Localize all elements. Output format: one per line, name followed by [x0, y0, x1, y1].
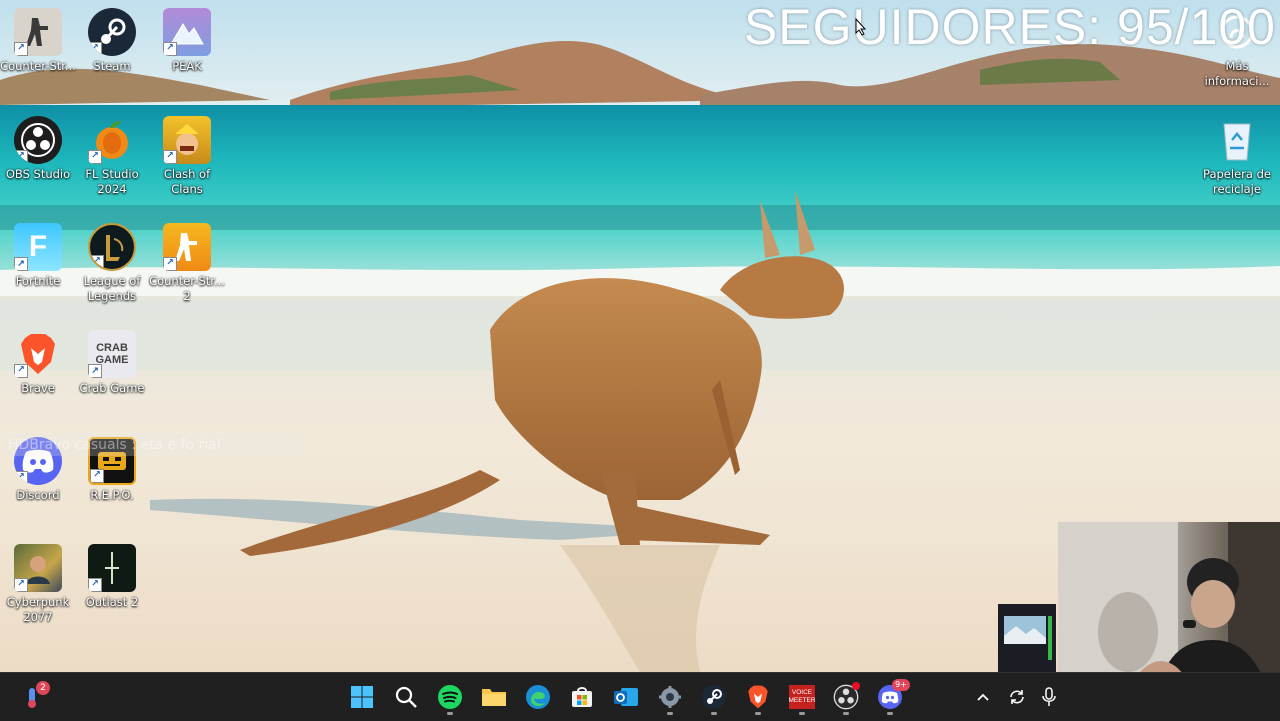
recycle-bin-icon: [1213, 116, 1261, 164]
taskbar-edge[interactable]: [520, 679, 556, 715]
outlast-icon: ↗: [88, 544, 136, 592]
desktop-icon-label: Más informaci...: [1204, 59, 1270, 88]
brave-icon: [748, 685, 768, 709]
desktop-icon-obs[interactable]: ↗ OBS Studio: [0, 110, 76, 182]
desktop-icon-crab-game[interactable]: CRAB GAME ↗ Crab Game: [74, 324, 150, 396]
desktop-icon-steam[interactable]: ↗ Steam: [74, 2, 150, 74]
desktop-icon-recycle-bin[interactable]: Papelera de reciclaje: [1199, 110, 1275, 197]
obs-icon: ↗: [14, 116, 62, 164]
tray-overflow-button[interactable]: [968, 679, 998, 715]
store-icon: [572, 687, 592, 707]
settings-icon: [659, 686, 681, 708]
taskbar-voicemeeter[interactable]: VOICE MEETER: [784, 679, 820, 715]
outlook-icon: [614, 688, 638, 706]
desktop-icon-brave[interactable]: ↗ Brave: [0, 324, 76, 396]
desktop-icon-counter-strike[interactable]: ↗ Counter-Str...: [0, 2, 76, 74]
peak-icon: ↗: [163, 8, 211, 56]
counter-strike-icon: ↗: [14, 8, 62, 56]
desktop-icon-label: Brave: [21, 381, 55, 395]
desktop-icon-label: Papelera de reciclaje: [1203, 167, 1271, 196]
running-indicator: [843, 712, 849, 715]
desktop-icon-label: Steam: [93, 59, 131, 73]
running-indicator: [447, 712, 453, 715]
desktop-icon-fortnite[interactable]: F ↗ Fortnite: [0, 217, 76, 289]
desktop-icon-label: League of Legends: [83, 274, 141, 303]
steam-icon: [702, 685, 726, 709]
widgets-button[interactable]: 2: [14, 679, 50, 715]
search-button[interactable]: [388, 679, 424, 715]
desktop-icon-league-of-legends[interactable]: ↗ League of Legends: [74, 217, 150, 304]
desktop-icon-cyberpunk[interactable]: ↗ Cyberpunk 2077: [0, 538, 76, 625]
desktop-icon-label: FL Studio 2024: [85, 167, 139, 196]
desktop-icon-fl-studio[interactable]: ↗ FL Studio 2024: [74, 110, 150, 197]
taskbar-spotify[interactable]: [432, 679, 468, 715]
followers-counter-overlay: SEGUIDORES: 95/100: [743, 0, 1276, 55]
search-icon: [395, 686, 417, 708]
discord-badge: 9+: [892, 679, 910, 691]
taskbar-obs[interactable]: [828, 679, 864, 715]
chevron-up-icon: [977, 693, 989, 701]
spotify-icon: [438, 685, 462, 709]
counter-strike-2-icon: ↗: [163, 223, 211, 271]
running-indicator: [755, 712, 761, 715]
desktop-icon-label: Discord: [16, 488, 60, 502]
desktop-icon-label: Crab Game: [79, 381, 145, 395]
mouse-cursor-icon: [855, 18, 867, 36]
desktop-icon-outlast[interactable]: ↗ Outlast 2: [74, 538, 150, 610]
running-indicator: [667, 712, 673, 715]
cyberpunk-icon: ↗: [14, 544, 62, 592]
taskbar: 2 VOICE MEETER 9+: [0, 672, 1280, 721]
desktop-icon-clash-of-clans[interactable]: ↗ Clash of Clans: [149, 110, 225, 197]
edge-icon: [526, 685, 550, 709]
fl-studio-icon: ↗: [88, 116, 136, 164]
start-button[interactable]: [344, 679, 380, 715]
tray-microphone-button[interactable]: [1036, 679, 1062, 715]
desktop-icon-label: Counter-Str... 2: [149, 274, 225, 303]
desktop-icon-counter-strike-2[interactable]: ↗ Counter-Str... 2: [149, 217, 225, 304]
running-indicator: [711, 712, 717, 715]
start-icon: [351, 686, 373, 708]
taskbar-brave[interactable]: [740, 679, 776, 715]
desktop-icon-peak[interactable]: ↗ PEAK: [149, 2, 225, 74]
window-thumbnail-preview[interactable]: [998, 604, 1056, 672]
desktop-icon-label: Outlast 2: [85, 595, 139, 609]
desktop-icon-label: Clash of Clans: [163, 167, 211, 196]
widgets-badge: 2: [36, 681, 50, 695]
steam-icon: ↗: [88, 8, 136, 56]
taskbar-steam[interactable]: [696, 679, 732, 715]
crab-game-icon: CRAB GAME ↗: [88, 330, 136, 378]
taskbar-store[interactable]: [564, 679, 600, 715]
recording-dot: [852, 682, 860, 690]
desktop-icon-label: Fortnite: [15, 274, 61, 288]
clash-of-clans-icon: ↗: [163, 116, 211, 164]
taskbar-settings[interactable]: [652, 679, 688, 715]
sync-icon: [1010, 690, 1024, 704]
running-indicator: [887, 712, 893, 715]
file-explorer-icon: [482, 689, 506, 706]
desktop-icon-label: Counter-Str...: [0, 59, 76, 73]
desktop-icon-label: R.E.P.O.: [90, 488, 134, 502]
desktop-icon-label: OBS Studio: [5, 167, 71, 181]
taskbar-outlook[interactable]: [608, 679, 644, 715]
microphone-icon: [1042, 687, 1056, 706]
voicemeeter-icon: VOICE MEETER: [788, 685, 816, 709]
running-indicator: [799, 712, 805, 715]
desktop-icon-label: PEAK: [172, 59, 202, 73]
tray-sync-button[interactable]: [1002, 679, 1032, 715]
brave-icon: ↗: [14, 330, 62, 378]
chat-overlay-line: HDBravo casuals : eta e fo rial: [4, 434, 302, 456]
league-of-legends-icon: ↗: [88, 223, 136, 271]
taskbar-discord[interactable]: 9+: [872, 679, 910, 715]
desktop-icon-label: Cyberpunk 2077: [6, 595, 70, 624]
fortnite-icon: F ↗: [14, 223, 62, 271]
taskbar-file-explorer[interactable]: [476, 679, 512, 715]
